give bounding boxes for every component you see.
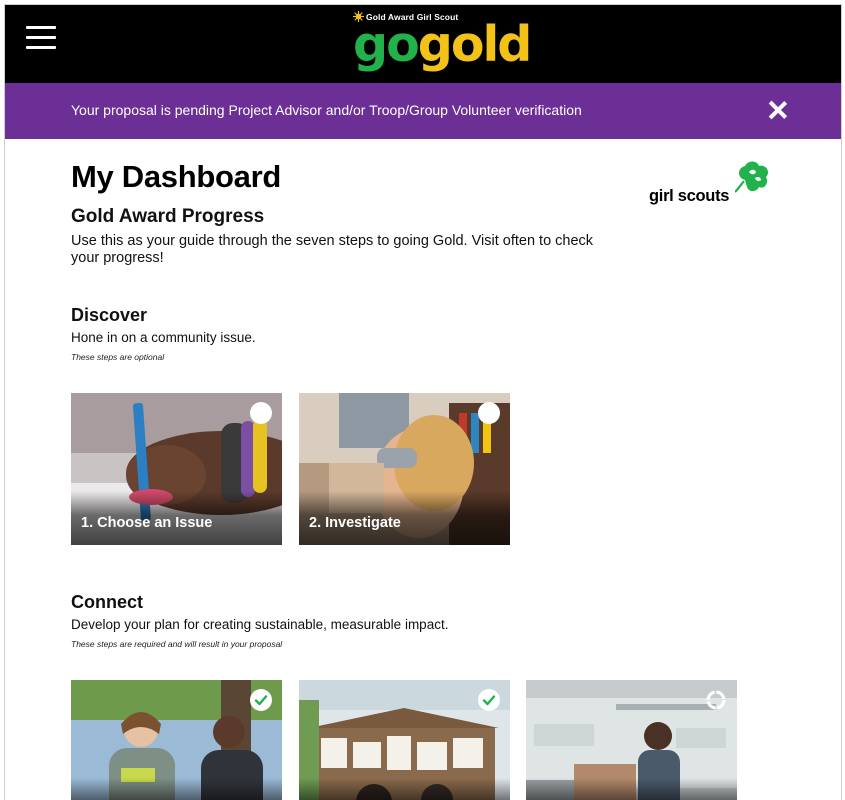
group-title-connect: Connect [71,592,143,612]
girl-scouts-logo[interactable]: girl scouts [649,160,773,210]
girl-scouts-wordmark: girl scouts [649,187,730,205]
group-description-discover: Hone in on a community issue. [71,330,256,345]
page-title: My Dashboard [71,159,281,194]
group-description-connect: Develop your plan for creating sustainab… [71,617,449,632]
step-card-connect-2[interactable] [299,680,510,800]
logo-go-text: go [353,16,420,73]
verification-banner: Your proposal is pending Project Advisor… [5,83,841,139]
empty-circle-icon[interactable] [250,402,272,424]
trefoil-icon [735,161,769,193]
top-nav-bar: Gold Award Girl Scout gogold [5,5,841,83]
empty-circle-icon[interactable] [478,402,500,424]
group-note-discover: These steps are optional [71,352,165,362]
step-card-choose-an-issue[interactable]: 1. Choose an Issue [71,393,282,545]
check-circle-icon[interactable] [478,689,500,711]
menu-icon[interactable] [26,26,56,50]
gogold-logo[interactable]: Gold Award Girl Scout gogold [353,11,532,77]
step-card-connect-3[interactable] [526,680,737,800]
step-card-connect-1[interactable] [71,680,282,800]
step-label: 1. Choose an Issue [81,515,213,531]
progress-ring-icon[interactable] [705,689,727,711]
step-label: 2. Investigate [309,515,401,531]
logo-gold-text: gold [417,16,533,73]
app-window: Gold Award Girl Scout gogold Your propos… [4,4,842,800]
step-card-investigate[interactable]: 2. Investigate [299,393,510,545]
group-title-discover: Discover [71,305,148,325]
progress-heading: Gold Award Progress [71,206,265,227]
check-circle-icon[interactable] [250,689,272,711]
close-icon[interactable] [767,99,789,121]
logo-wordmark: gogold [353,15,533,75]
group-note-connect: These steps are required and will result… [71,639,283,649]
banner-message: Your proposal is pending Project Advisor… [71,102,582,118]
intro-text: Use this as your guide through the seven… [71,233,594,266]
